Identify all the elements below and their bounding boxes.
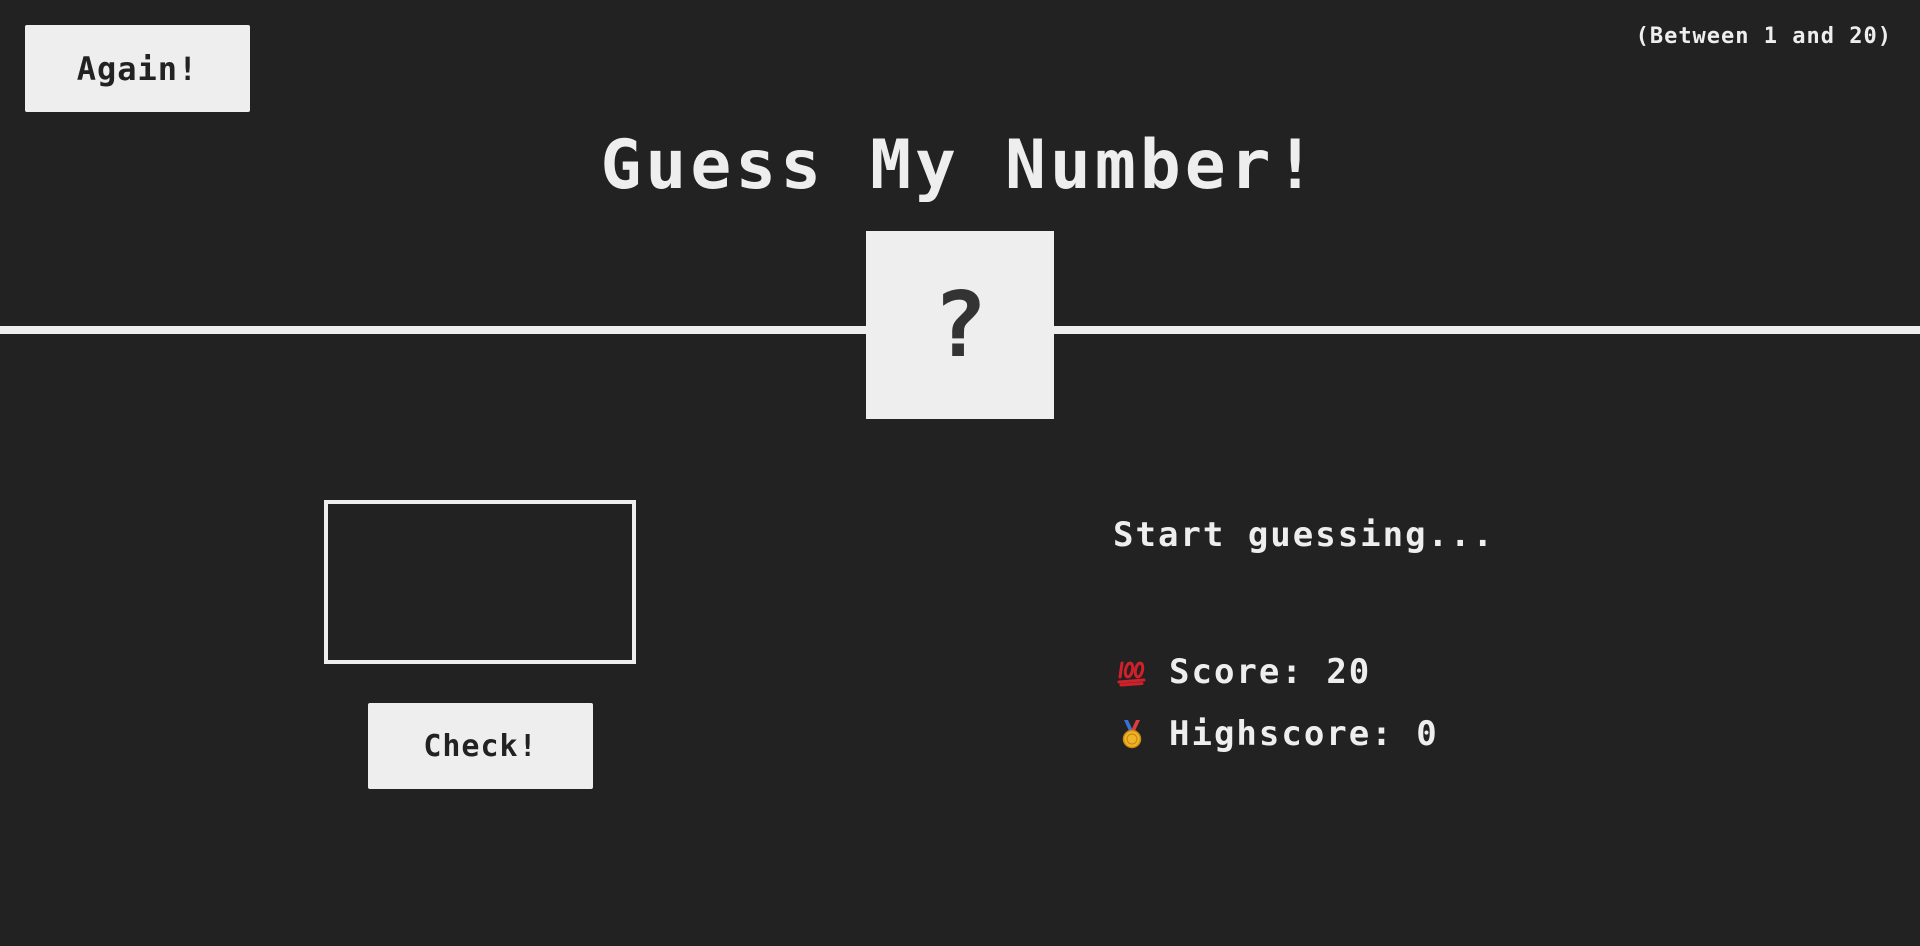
highscore-value: 0 [1416,714,1439,754]
hundred-points-icon [1117,661,1146,687]
secret-number-box: ? [866,231,1054,419]
score-label: Score: [1169,652,1304,692]
range-hint: (Between 1 and 20) [1635,24,1892,49]
guess-input[interactable] [324,500,636,664]
score-value: 20 [1326,652,1372,692]
score-row: Score: 20 [1117,652,1371,692]
page-title: Guess My Number! [600,126,1320,205]
highscore-label: Highscore: [1169,714,1394,754]
secret-number: ? [932,272,988,378]
status-message: Start guessing... [1113,515,1495,555]
check-button[interactable]: Check! [368,703,593,789]
medal-icon [1122,720,1142,749]
again-button[interactable]: Again! [25,25,250,112]
highscore-row: Highscore: 0 [1117,714,1439,754]
